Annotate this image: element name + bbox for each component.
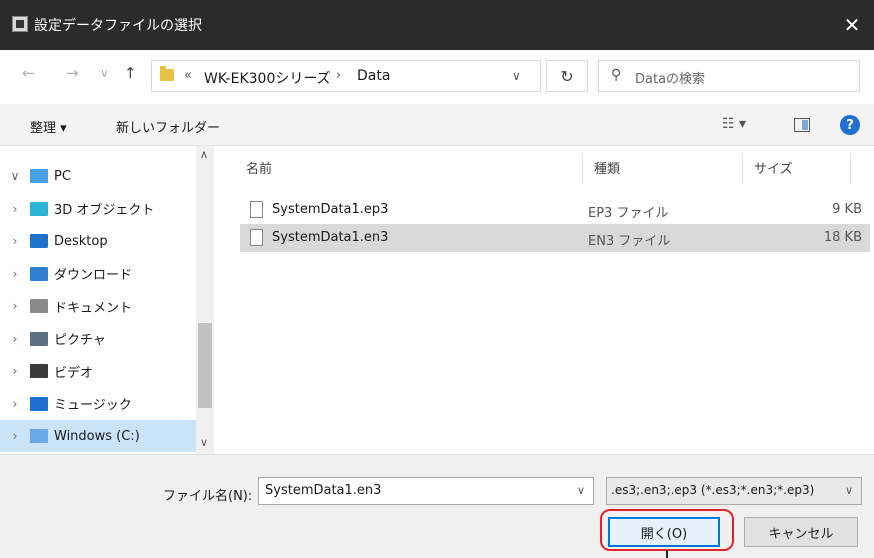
breadcrumb-segment-series[interactable]: WK-EK300シリーズ <box>204 68 331 88</box>
column-header-size[interactable]: サイズ <box>754 158 793 177</box>
drive-icon <box>30 429 48 443</box>
filter-value: .es3;.en3;.ep3 (*.es3;*.en3;*.ep3) <box>611 483 815 497</box>
annotation-pointer <box>666 550 668 558</box>
search-placeholder: Dataの検索 <box>635 72 706 87</box>
expand-chevron-icon[interactable]: › <box>0 299 30 313</box>
breadcrumb-separator-icon[interactable]: › <box>336 68 341 83</box>
filename-value: SystemData1.en3 <box>265 483 382 498</box>
file-icon <box>250 201 263 218</box>
sidebar-item[interactable]: › ドキュメント <box>0 290 200 322</box>
refresh-button[interactable]: ↻ <box>546 60 588 92</box>
sidebar-item[interactable]: › 3D オブジェクト <box>0 193 200 225</box>
new-folder-button[interactable]: 新しいフォルダー <box>116 117 220 136</box>
file-type-filter[interactable]: .es3;.en3;.ep3 (*.es3;*.en3;*.ep3) ∨ <box>606 477 862 505</box>
sidebar-item[interactable]: › ミュージック <box>0 388 200 420</box>
desktop-icon <box>30 234 48 248</box>
organize-button[interactable]: 整理 ▾ <box>30 117 67 136</box>
file-size: 18 KB <box>823 230 862 245</box>
pc-icon <box>30 169 48 183</box>
scroll-up-icon[interactable]: ∧ <box>200 148 208 161</box>
sidebar-item-label: ビデオ <box>54 365 94 381</box>
title-bar: 設定データファイルの選択 ✕ <box>0 0 874 50</box>
address-bar[interactable]: « WK-EK300シリーズ › Data ∨ <box>151 60 541 92</box>
sidebar-item[interactable]: › ダウンロード <box>0 258 200 290</box>
videos-icon <box>30 364 48 378</box>
download-icon <box>30 266 48 281</box>
scrollbar-thumb[interactable] <box>198 323 212 408</box>
expand-chevron-icon[interactable]: › <box>0 332 30 346</box>
help-icon[interactable]: ? <box>840 115 860 135</box>
sidebar-item[interactable]: › Windows (C:) <box>0 420 200 452</box>
sidebar-item-label: ドキュメント <box>54 300 133 316</box>
documents-icon <box>30 299 48 313</box>
column-header-name[interactable]: 名前 <box>246 158 272 177</box>
command-bar: 整理 ▾ 新しいフォルダー ☷ ▾ ? <box>0 104 874 146</box>
dialog-footer: ファイル名(N): SystemData1.en3 ∨ .es3;.en3;.e… <box>0 454 874 558</box>
sidebar-item-label: ダウンロード <box>54 268 133 283</box>
navigation-scrollbar[interactable]: ∧ ∨ <box>196 146 214 454</box>
chevron-down-icon[interactable]: ∨ <box>577 484 585 497</box>
forward-arrow-icon[interactable]: → <box>66 64 79 82</box>
sidebar-item-label: ピクチャ <box>54 333 106 348</box>
navigation-pane: ∨ PC › 3D オブジェクト › Desktop › ダウンロード › ドキュメント › ピクチャ… <box>0 146 218 454</box>
filename-input[interactable]: SystemData1.en3 ∨ <box>258 477 594 505</box>
file-type: EN3 ファイル <box>588 234 671 249</box>
search-box[interactable]: ⚲ Dataの検索 <box>598 60 860 92</box>
file-icon <box>250 229 263 246</box>
file-size: 9 KB <box>832 202 862 217</box>
close-button[interactable]: ✕ <box>830 0 874 50</box>
sidebar-item-label: Desktop <box>54 233 108 249</box>
file-row[interactable]: SystemData1.ep3 EP3 ファイル 9 KB <box>240 196 870 224</box>
column-divider[interactable] <box>850 154 851 184</box>
sidebar-item-label: 3D オブジェクト <box>54 203 155 218</box>
file-row-selected[interactable]: SystemData1.en3 EN3 ファイル 18 KB <box>240 224 870 252</box>
file-type: EP3 ファイル <box>588 206 669 221</box>
expand-chevron-icon[interactable]: › <box>0 429 30 443</box>
change-view-icon[interactable]: ☷ ▾ <box>722 116 746 132</box>
music-icon <box>30 396 48 411</box>
filename-label: ファイル名(N): <box>163 489 253 504</box>
search-icon: ⚲ <box>611 67 622 83</box>
up-arrow-icon[interactable]: ↑ <box>124 64 137 82</box>
chevron-down-icon[interactable]: ∨ <box>845 484 853 497</box>
app-icon <box>12 16 28 32</box>
breadcrumb-overflow[interactable]: « <box>184 68 192 83</box>
expand-chevron-icon[interactable]: › <box>0 397 30 411</box>
pictures-icon <box>30 331 48 346</box>
expand-chevron-icon[interactable]: › <box>0 234 30 248</box>
sidebar-item[interactable]: › Desktop <box>0 225 200 257</box>
window-title: 設定データファイルの選択 <box>34 18 202 34</box>
sidebar-item[interactable]: ∨ PC <box>0 160 200 192</box>
sidebar-item[interactable]: › ビデオ <box>0 355 200 387</box>
expand-chevron-icon[interactable]: › <box>0 364 30 378</box>
expand-chevron-icon[interactable]: ∨ <box>0 169 30 183</box>
annotation-highlight <box>600 509 734 551</box>
3d-objects-icon <box>30 201 48 216</box>
file-name: SystemData1.ep3 <box>272 202 389 217</box>
column-divider[interactable] <box>582 154 583 184</box>
breadcrumb-segment-data[interactable]: Data <box>357 68 390 84</box>
column-header-type[interactable]: 種類 <box>594 158 620 177</box>
preview-pane-icon[interactable] <box>794 118 810 132</box>
expand-chevron-icon[interactable]: › <box>0 267 30 281</box>
file-name: SystemData1.en3 <box>272 230 389 245</box>
recent-locations-icon[interactable]: ∨ <box>100 66 109 80</box>
cancel-button[interactable]: キャンセル <box>744 517 858 547</box>
folder-icon <box>160 66 174 81</box>
scroll-down-icon[interactable]: ∨ <box>200 436 208 449</box>
back-arrow-icon[interactable]: ← <box>22 64 35 82</box>
sidebar-item-label: ミュージック <box>54 398 132 413</box>
sidebar-item[interactable]: › ピクチャ <box>0 323 200 355</box>
file-list: 名前 種類 サイズ SystemData1.ep3 EP3 ファイル 9 KB … <box>218 146 874 454</box>
expand-chevron-icon[interactable]: › <box>0 202 30 216</box>
chevron-down-icon[interactable]: ∨ <box>512 69 521 83</box>
sidebar-item-label: PC <box>54 168 71 184</box>
column-divider[interactable] <box>742 154 743 184</box>
sidebar-item-label: Windows (C:) <box>54 428 140 444</box>
